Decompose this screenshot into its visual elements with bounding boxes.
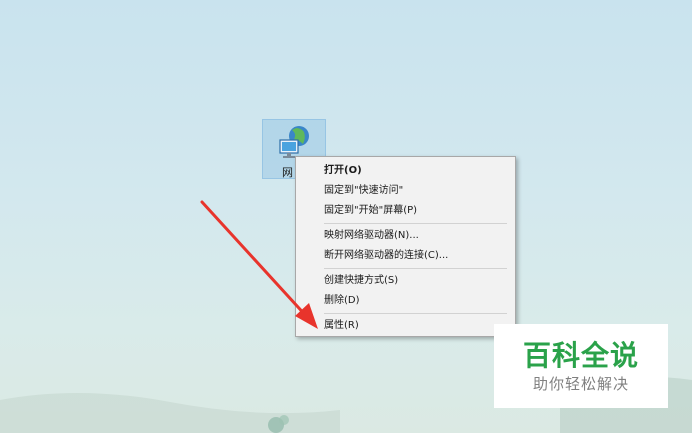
- menu-item-delete[interactable]: 删除(D): [296, 291, 515, 311]
- menu-separator: [324, 268, 507, 269]
- menu-item-pin-quick-access[interactable]: 固定到"快速访问": [296, 181, 515, 201]
- menu-item-pin-start[interactable]: 固定到"开始"屏幕(P): [296, 201, 515, 221]
- menu-item-map-network-drive[interactable]: 映射网络驱动器(N)...: [296, 226, 515, 246]
- menu-item-create-shortcut[interactable]: 创建快捷方式(S): [296, 271, 515, 291]
- watermark-tagline: 助你轻松解决: [532, 375, 629, 393]
- menu-separator: [324, 313, 507, 314]
- watermark-logo: 百科全说 助你轻松解决: [494, 324, 668, 408]
- menu-item-disconnect-network-drive[interactable]: 断开网络驱动器的连接(C)...: [296, 246, 515, 266]
- desktop-icon-label: 网: [282, 166, 293, 179]
- watermark-brand: 百科全说: [522, 339, 639, 372]
- network-globe-icon: [279, 126, 309, 158]
- menu-separator: [324, 223, 507, 224]
- menu-item-properties[interactable]: 属性(R): [296, 316, 515, 336]
- context-menu: 打开(O) 固定到"快速访问" 固定到"开始"屏幕(P) 映射网络驱动器(N).…: [295, 156, 516, 337]
- menu-item-open[interactable]: 打开(O): [296, 161, 515, 181]
